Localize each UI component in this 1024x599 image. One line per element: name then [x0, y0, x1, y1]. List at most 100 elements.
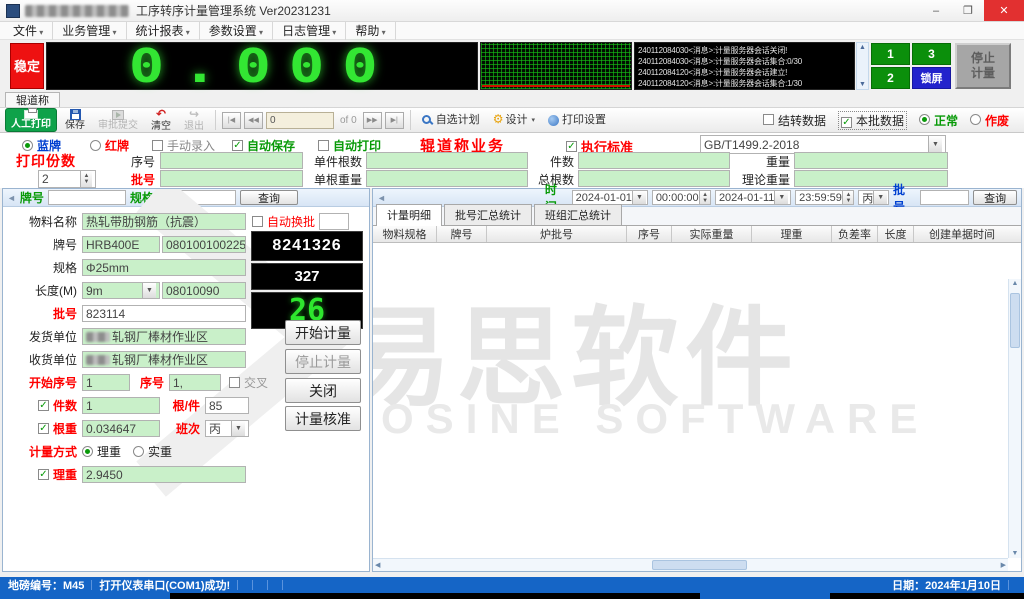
collapse-icon[interactable]: ◄ — [377, 193, 386, 203]
theory-weight-checkbox[interactable]: 理重 — [7, 466, 77, 483]
shift-select[interactable]: 丙▼ — [205, 420, 249, 437]
grade-search-input[interactable] — [48, 190, 126, 205]
menu-help[interactable]: 帮助 — [346, 21, 395, 40]
col-theory-weight[interactable]: 理重 — [752, 226, 832, 242]
tab-batch-summary[interactable]: 批号汇总统计 — [444, 204, 532, 225]
receiver-input[interactable]: 轧钢厂棒材作业区 — [82, 351, 246, 368]
thisbatch-checkbox[interactable]: 本批数据 — [838, 111, 907, 130]
pieces-checkbox[interactable]: 件数 — [7, 397, 77, 414]
nav-next-button[interactable]: ▶▶ — [363, 112, 382, 129]
menu-reports[interactable]: 统计报表 — [127, 21, 200, 40]
normal-radio[interactable]: 正常 — [919, 112, 958, 129]
stepper-arrows-icon[interactable]: ▲▼ — [842, 191, 854, 204]
menu-file[interactable]: 文件 — [4, 21, 53, 40]
scrollbar-thumb[interactable] — [652, 560, 747, 570]
red-plate-radio[interactable]: 红牌 — [90, 137, 129, 154]
print-setup-button[interactable]: 打印设置 — [543, 108, 611, 132]
date-to-select[interactable]: 2024-01-11▼ — [715, 190, 791, 205]
length-code-input[interactable]: 08010090 — [162, 282, 246, 299]
chevron-down-icon[interactable]: ▼ — [632, 191, 646, 204]
scroll-up-icon[interactable]: ▲ — [1012, 280, 1019, 287]
seq-input[interactable]: 1, — [169, 374, 221, 391]
nav-first-button[interactable]: |◀ — [222, 112, 241, 129]
tab-measure-detail[interactable]: 计量明细 — [376, 204, 442, 226]
start-measure-button[interactable]: 开始计量 — [285, 320, 361, 345]
theory-weight-field[interactable] — [794, 170, 948, 187]
close-button[interactable]: ✕ — [984, 0, 1024, 21]
nav-prev-button[interactable]: ◀◀ — [244, 112, 263, 129]
scale-3-button[interactable]: 3 — [912, 43, 951, 65]
batch-filter-input[interactable] — [920, 190, 970, 205]
custom-plan-button[interactable]: 自选计划 — [417, 108, 485, 132]
spec-input[interactable]: Φ25mm — [82, 259, 246, 276]
left-query-button[interactable]: 查询 — [240, 190, 298, 205]
table-horizontal-scrollbar[interactable]: ◀ ▶ — [373, 558, 1008, 571]
stop-measure-side-button[interactable]: 停止计量 — [285, 349, 361, 374]
root-weight-checkbox[interactable]: 根重 — [7, 420, 77, 437]
scroll-down-icon[interactable]: ▼ — [1012, 550, 1019, 557]
col-heat-batch[interactable]: 炉批号 — [487, 226, 627, 242]
cross-checkbox[interactable]: 交叉 — [229, 374, 268, 391]
autoswap-checkbox[interactable]: 自动换批 — [252, 213, 315, 230]
pieces-field[interactable] — [578, 152, 730, 169]
void-radio[interactable]: 作废 — [970, 112, 1009, 129]
theory-weight-radio[interactable]: 理重 — [82, 443, 121, 460]
stop-measure-button[interactable]: 停止计量 — [955, 43, 1011, 89]
collapse-icon[interactable]: ◄ — [7, 193, 16, 203]
measure-verify-button[interactable]: 计量核准 — [285, 406, 361, 431]
menu-business[interactable]: 业务管理 — [53, 21, 126, 40]
tab-roller-scale[interactable]: 辊道称 — [5, 92, 60, 107]
root-weight-input[interactable]: 0.034647 — [82, 420, 160, 437]
total-roots-field[interactable] — [578, 170, 730, 187]
scroll-down-icon[interactable]: ▼ — [859, 81, 866, 88]
time-from-stepper[interactable]: 00:00:00▲▼ — [652, 190, 711, 205]
theory-weight-value-input[interactable]: 2.9450 — [82, 466, 246, 483]
scale-1-button[interactable]: 1 — [871, 43, 910, 65]
restore-button[interactable]: ❐ — [952, 0, 984, 21]
close-form-button[interactable]: 关闭 — [285, 378, 361, 403]
stepper-arrows-icon[interactable]: ▲▼ — [80, 171, 92, 187]
table-vertical-scrollbar[interactable]: ▲ ▼ — [1008, 279, 1021, 558]
pieces-count-input[interactable]: 1 — [82, 397, 160, 414]
weight-field[interactable] — [794, 152, 948, 169]
autoswap-input[interactable] — [319, 213, 349, 230]
chevron-down-icon[interactable]: ▼ — [774, 191, 788, 204]
menu-params[interactable]: 参数设置 — [200, 21, 273, 40]
copies-stepper[interactable]: 2▲▼ — [38, 170, 96, 188]
carryover-checkbox[interactable]: 结转数据 — [763, 112, 826, 129]
col-actual-weight[interactable]: 实际重量 — [672, 226, 752, 242]
roots-per-piece-field[interactable] — [366, 152, 528, 169]
design-button[interactable]: 设计 ▾ — [488, 108, 540, 132]
col-neg-tolerance[interactable]: 负差率 — [832, 226, 878, 242]
length-select[interactable]: 9m▼ — [82, 282, 160, 299]
scrollbar-thumb[interactable] — [1010, 293, 1020, 348]
grade-input[interactable]: HRB400E — [82, 236, 160, 253]
minimize-button[interactable]: – — [920, 0, 952, 21]
col-grade[interactable]: 牌号 — [437, 226, 487, 242]
tab-shift-summary[interactable]: 班组汇总统计 — [534, 204, 622, 225]
log-scrollbar[interactable]: ▲ ▼ — [856, 42, 869, 90]
nav-last-button[interactable]: ▶| — [385, 112, 404, 129]
material-name-input[interactable]: 热轧带肋钢筋（抗震） — [82, 213, 246, 230]
time-to-stepper[interactable]: 23:59:59▲▼ — [795, 190, 854, 205]
chevron-down-icon[interactable]: ▼ — [231, 421, 245, 436]
col-seq[interactable]: 序号 — [627, 226, 672, 242]
chevron-down-icon[interactable]: ▼ — [142, 283, 156, 298]
manual-print-button[interactable]: 人工打印 — [5, 108, 57, 132]
exit-button[interactable]: 退出 — [179, 108, 209, 132]
sender-input[interactable]: 轧钢厂棒材作业区 — [82, 328, 246, 345]
scroll-up-icon[interactable]: ▲ — [859, 44, 866, 51]
heat-batch-input[interactable]: 823114 — [82, 305, 246, 322]
right-query-button[interactable]: 查询 — [973, 190, 1017, 205]
menu-logs[interactable]: 日志管理 — [273, 21, 346, 40]
single-weight-field[interactable] — [366, 170, 528, 187]
col-material-spec[interactable]: 物料规格 — [373, 226, 437, 242]
col-length[interactable]: 长度 — [878, 226, 914, 242]
scale-2-button[interactable]: 2 — [871, 67, 910, 89]
seq-field[interactable] — [160, 152, 303, 169]
save-button[interactable]: 保存 — [60, 108, 90, 132]
approve-submit-button[interactable]: 审批提交 — [93, 108, 143, 132]
batch-field[interactable] — [160, 170, 303, 187]
col-created-time[interactable]: 创建单据时间 — [914, 226, 1010, 242]
roots-per-piece-input[interactable]: 85 — [205, 397, 249, 414]
